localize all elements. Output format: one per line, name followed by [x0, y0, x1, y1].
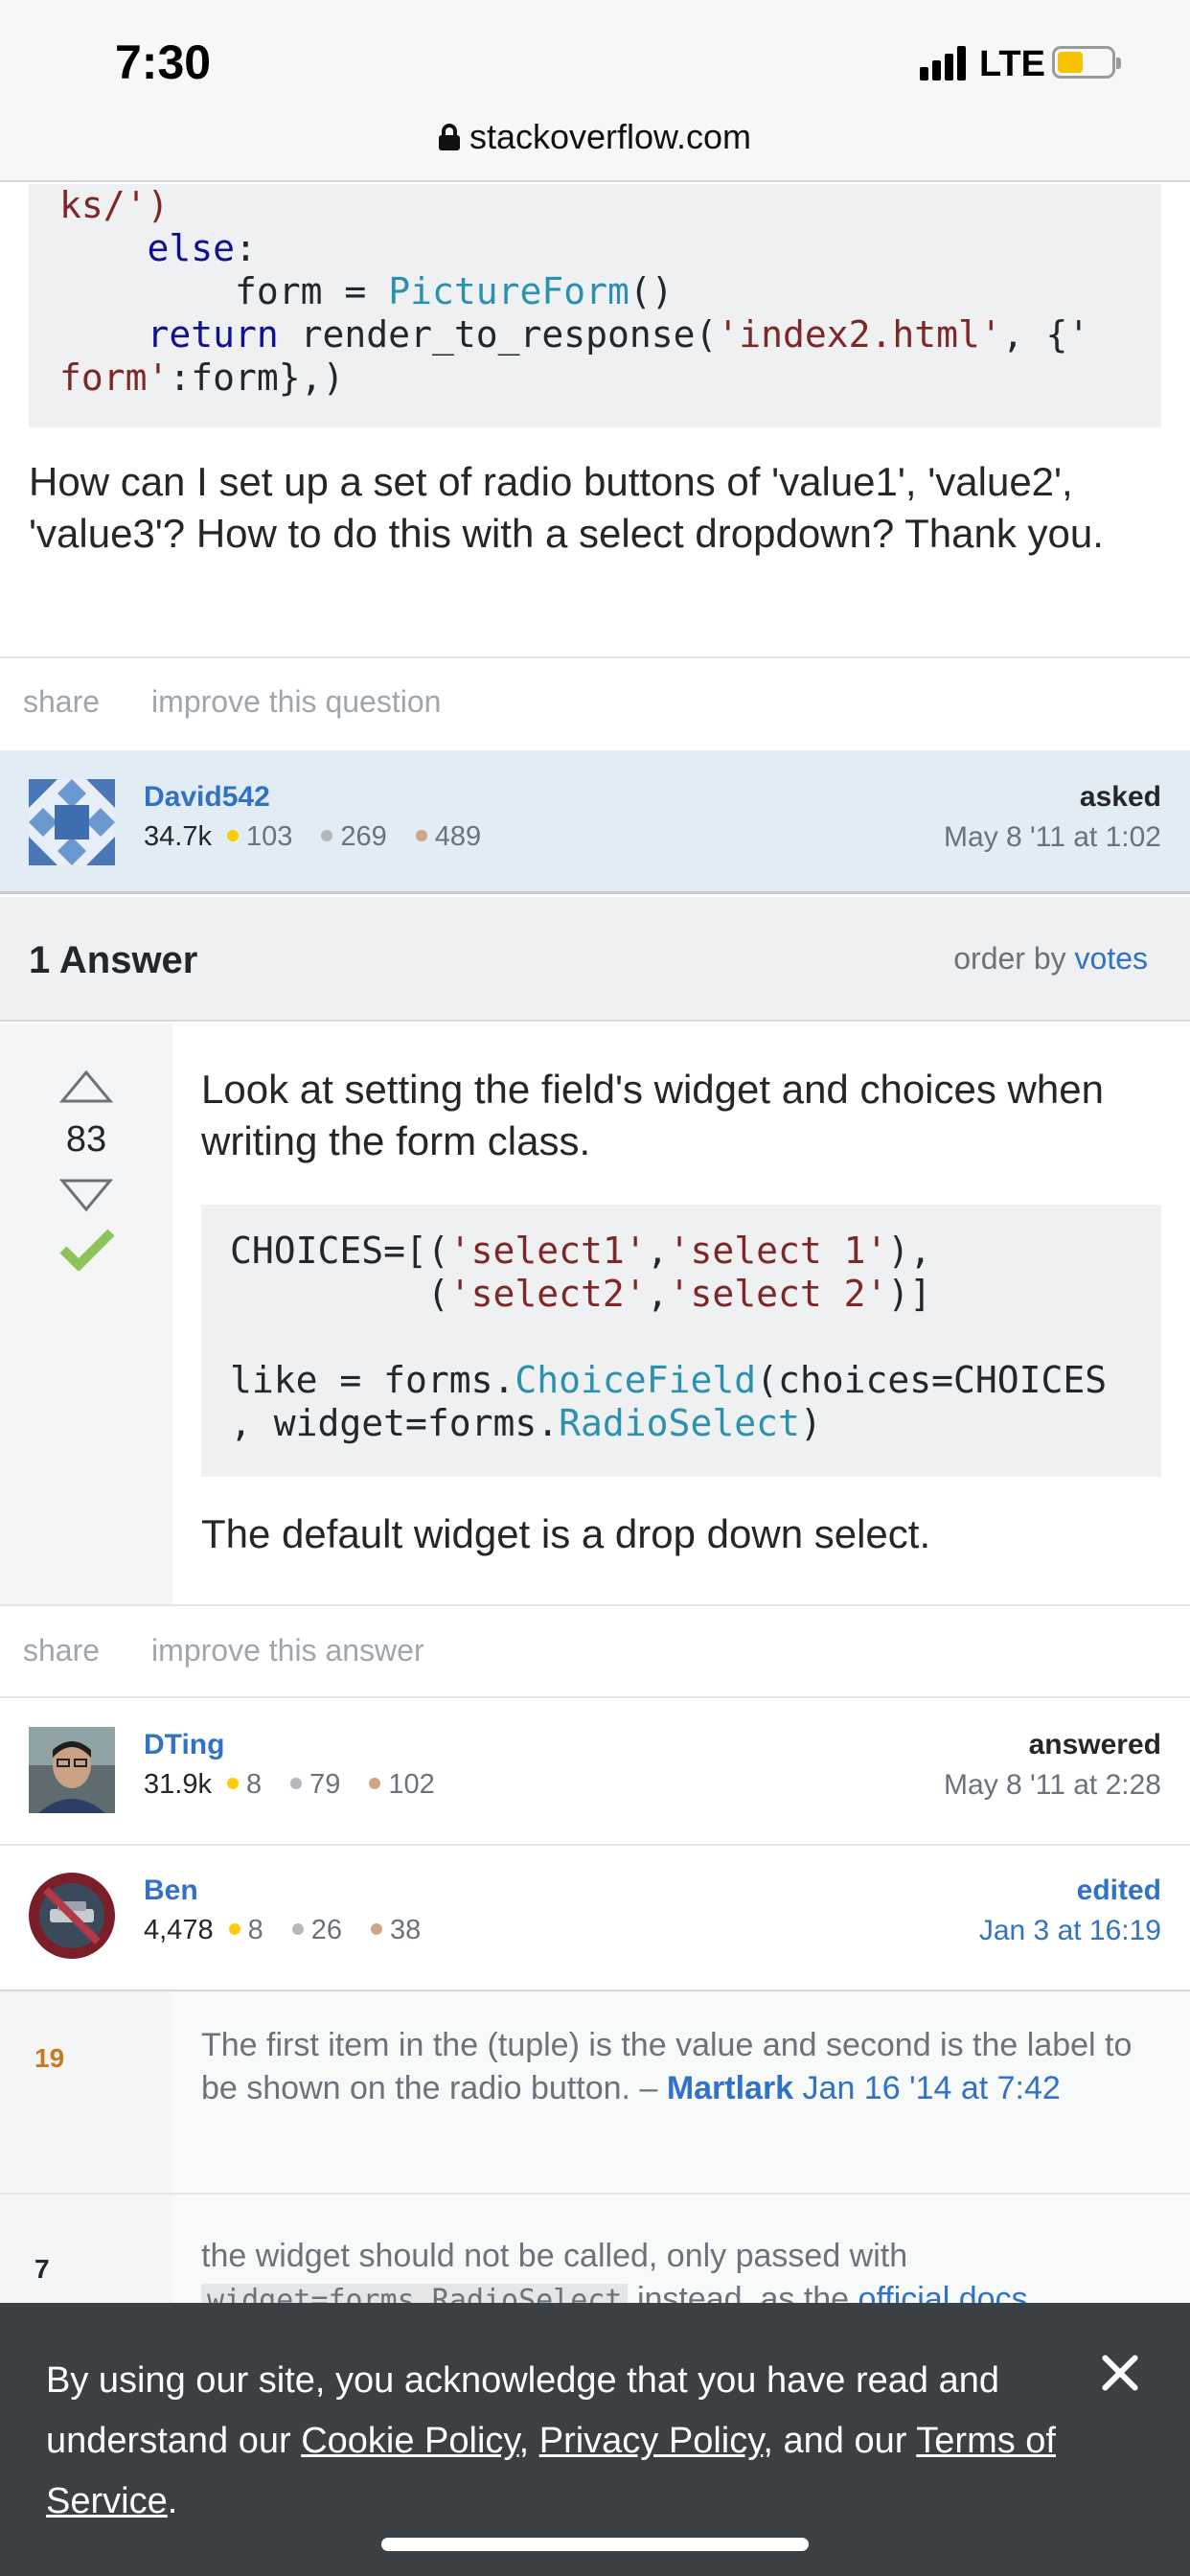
comment-time[interactable]: Jan 16 '14 at 7:42 [803, 2070, 1061, 2106]
gold-badge-icon [228, 1923, 240, 1936]
asker-reputation: 34.7k 103 269 489 [144, 821, 481, 853]
comment: The first item in the (tuple) is the val… [201, 2024, 1159, 2110]
cookie-banner: By using our site, you acknowledge that … [0, 2303, 1190, 2576]
code-line: else: [147, 227, 257, 269]
asker-name[interactable]: David542 [144, 781, 270, 814]
silver-badge-icon [291, 1923, 304, 1936]
editor-card: Ben 4,478 8 26 38 edited Jan 3 at 16:19 [0, 1846, 1190, 1991]
answer-intro: Look at setting the field's widget and c… [201, 1067, 1104, 1163]
privacy-policy-link[interactable]: Privacy Policy [539, 2421, 764, 2461]
cellular-signal-icon [920, 46, 968, 80]
answerer-reputation: 31.9k 8 79 102 [144, 1769, 435, 1801]
comment-author[interactable]: Martlark [667, 2070, 793, 2106]
reputation-score: 34.7k [144, 821, 212, 852]
answered-label: answered [1028, 1729, 1161, 1760]
gold-badge-icon [226, 830, 239, 842]
silver-badge-count: 79 [309, 1769, 341, 1800]
gold-badge-count: 103 [245, 821, 293, 852]
answer-code-block: CHOICES=[('select1','select 1'), ('selec… [201, 1205, 1161, 1477]
editor-name[interactable]: Ben [144, 1874, 198, 1907]
comment-score: 19 [34, 2043, 65, 2073]
reputation-score: 4,478 [144, 1915, 214, 1945]
address-bar[interactable]: stackoverflow.com [0, 115, 1190, 182]
comment-text: the widget should not be called, only pa… [201, 2238, 908, 2274]
lock-icon [438, 124, 460, 150]
bronze-badge-count: 489 [434, 821, 482, 852]
accepted-checkmark-icon [59, 1229, 115, 1271]
home-indicator[interactable] [381, 2538, 809, 2551]
bronze-badge-icon [370, 1923, 382, 1936]
editor-avatar[interactable] [29, 1873, 115, 1959]
edited-time[interactable]: Jan 3 at 16:19 [979, 1915, 1161, 1947]
silver-badge-icon [321, 830, 333, 842]
code-line: ks/') [59, 184, 170, 226]
status-bar: 7:30 LTE [0, 0, 1190, 115]
asked-time[interactable]: May 8 '11 at 1:02 [944, 821, 1161, 854]
question-post-links: share improve this question [23, 684, 492, 720]
improve-question-link[interactable]: improve this question [151, 684, 441, 719]
comments-section: 19 The first item in the (tuple) is the … [0, 1991, 1190, 2317]
vote-count: 83 [65, 1119, 107, 1160]
editor-reputation: 4,478 8 26 38 [144, 1915, 421, 1946]
answer-post-links: share improve this answer [23, 1633, 476, 1668]
network-type: LTE [979, 44, 1045, 84]
battery-icon [1052, 46, 1121, 79]
order-by-label: order by [953, 941, 1066, 976]
share-question-link[interactable]: share [23, 684, 100, 719]
comment-score: 7 [34, 2254, 50, 2284]
gold-badge-count: 8 [247, 1915, 263, 1945]
share-answer-link[interactable]: share [23, 1633, 100, 1668]
cookie-policy-link[interactable]: Cookie Policy [301, 2421, 518, 2461]
bronze-badge-count: 102 [388, 1769, 435, 1800]
answer-outro: The default widget is a drop down select… [201, 1511, 931, 1556]
answers-count: 1 Answer [29, 939, 198, 981]
answerer-card: DTing 31.9k 8 79 102 answered May 8 '11 at … [0, 1698, 1190, 1844]
vote-column [0, 1024, 172, 1604]
downvote-arrow-icon[interactable] [59, 1178, 113, 1212]
improve-answer-link[interactable]: improve this answer [151, 1633, 424, 1668]
divider [0, 656, 1190, 658]
question-body: How can I set up a set of radio buttons … [29, 459, 1104, 556]
close-icon[interactable] [1096, 2349, 1144, 2397]
divider [0, 2193, 1190, 2195]
gold-badge-count: 8 [245, 1769, 263, 1800]
silver-badge-count: 26 [310, 1915, 342, 1945]
question-code-block: ks/') else: form = PictureForm() return … [29, 184, 1161, 427]
answerer-avatar[interactable] [29, 1727, 115, 1813]
bronze-badge-icon [369, 1778, 381, 1790]
asker-avatar[interactable] [29, 779, 115, 865]
answerer-name[interactable]: DTing [144, 1729, 224, 1761]
asked-label: asked [1079, 781, 1161, 813]
gold-badge-icon [226, 1778, 239, 1790]
code-line: ('select2','select 2')] [230, 1273, 932, 1315]
code-line: CHOICES=[('select1','select 1'), [230, 1230, 932, 1272]
asker-card: David542 34.7k 103 269 489 asked May 8 '11 … [0, 750, 1190, 894]
code-line: form':form},) [59, 356, 345, 399]
clock: 7:30 [115, 35, 212, 89]
answers-header: 1 Answer order by votes [0, 897, 1190, 1022]
cookie-consent-text: By using our site, you acknowledge that … [46, 2360, 1056, 2521]
order-by-votes-link[interactable]: votes [1075, 941, 1148, 976]
silver-badge-count: 269 [340, 821, 387, 852]
upvote-arrow-icon[interactable] [59, 1070, 113, 1104]
reputation-score: 31.9k [144, 1769, 212, 1800]
bronze-badge-icon [415, 830, 427, 842]
code-line: form = PictureForm() [235, 270, 674, 312]
answered-time[interactable]: May 8 '11 at 2:28 [944, 1769, 1161, 1802]
bronze-badge-count: 38 [389, 1915, 422, 1945]
divider [0, 1604, 1190, 1606]
code-line: like = forms.ChoiceField(choices=CHOICES [230, 1359, 1108, 1401]
url-text: stackoverflow.com [469, 117, 752, 156]
code-line: return render_to_response('index2.html',… [147, 313, 1090, 356]
order-by: order by votes [953, 941, 1148, 977]
silver-badge-icon [290, 1778, 303, 1790]
edited-label[interactable]: edited [1077, 1874, 1161, 1907]
code-line: , widget=forms.RadioSelect) [230, 1402, 822, 1444]
